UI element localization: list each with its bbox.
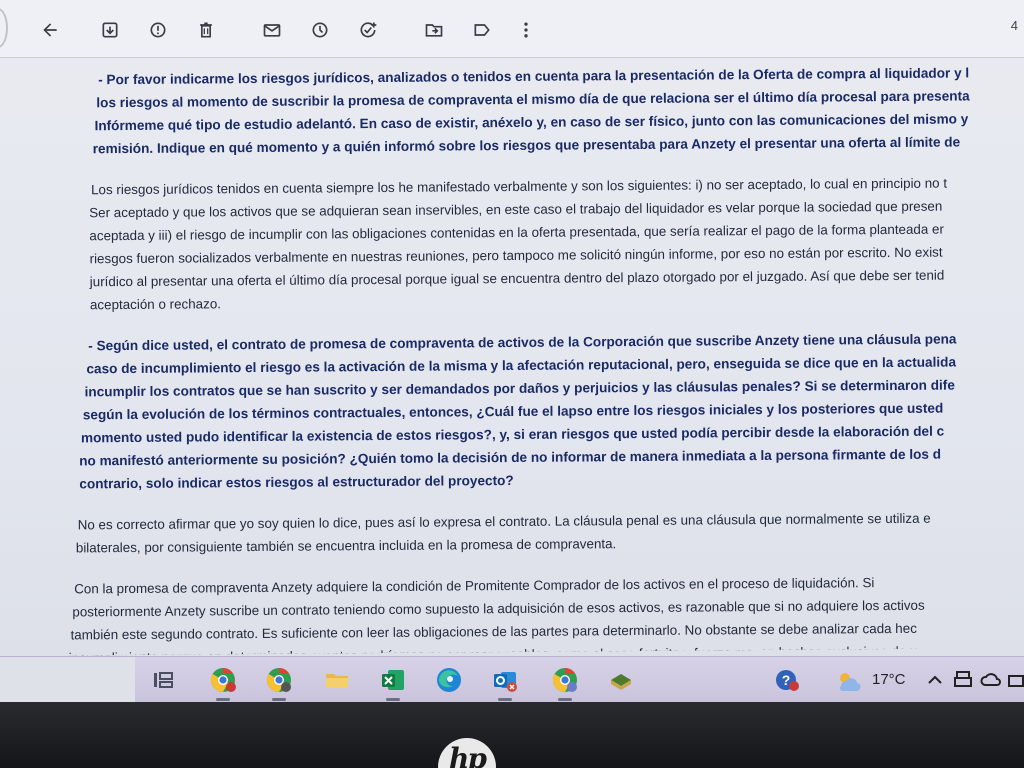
temperature-readout[interactable]: 17°C: [872, 671, 906, 688]
email-body: - Por favor indicarme los riesgos jurídi…: [0, 50, 1024, 656]
laptop-bezel: [0, 702, 1024, 768]
add-task-icon[interactable]: [356, 18, 380, 42]
active-indicator: [216, 698, 230, 701]
window-edge: [0, 8, 8, 48]
answer-line: aceptada y iii) el riesgo de incumplir c…: [89, 221, 944, 244]
question-line: caso de incumplimiento el riesgo es la a…: [86, 354, 957, 377]
print-tray-icon[interactable]: [948, 665, 978, 695]
outlook-icon[interactable]: [490, 665, 520, 701]
windows-taskbar: ? 17°C: [0, 656, 1024, 703]
question-line: no manifestó anteriormente su posición? …: [79, 446, 942, 469]
taskbar-left-area: [0, 657, 135, 703]
active-indicator: [386, 698, 400, 701]
chrome-profile-icon[interactable]: [208, 665, 238, 701]
network-tray-icon[interactable]: [1002, 665, 1024, 695]
active-indicator: [272, 698, 286, 701]
weather-icon[interactable]: [832, 665, 862, 695]
snooze-icon[interactable]: [308, 18, 332, 42]
move-to-icon[interactable]: [422, 18, 446, 42]
edge-icon[interactable]: [434, 665, 464, 695]
message-count: 4: [1010, 18, 1018, 33]
label-icon[interactable]: [470, 18, 494, 42]
answer-line: aceptación o rechazo.: [89, 296, 222, 313]
excel-icon[interactable]: [378, 665, 408, 701]
answer-line: Con la promesa de compraventa Anzety adq…: [74, 575, 875, 597]
delete-icon[interactable]: [194, 18, 218, 42]
chevron-up-icon[interactable]: [920, 665, 950, 695]
question-line: contrario, solo indicar estos riesgos al…: [79, 472, 514, 492]
answer-line: incumplimiento porque en determinados ev…: [68, 643, 918, 656]
archive-icon[interactable]: [98, 18, 122, 42]
more-options-icon[interactable]: [514, 18, 538, 42]
answer-line: No es correcto afirmar que yo soy quien …: [77, 510, 931, 533]
svg-text:?: ?: [782, 672, 791, 688]
question-line: los riesgos al momento de suscribir la p…: [96, 88, 970, 111]
book-app-icon[interactable]: [606, 665, 636, 695]
email-toolbar: 4: [0, 0, 1024, 58]
answer-line: Ser aceptado y que los activos que se ad…: [89, 198, 943, 221]
chrome-icon[interactable]: [264, 665, 294, 701]
question-line: según la evolución de los términos contr…: [82, 400, 944, 423]
question-line: - Por favor indicarme los riesgos jurídi…: [98, 65, 970, 88]
file-explorer-icon[interactable]: [322, 665, 352, 695]
answer-line: también este segundo contrato. Es sufici…: [70, 620, 917, 643]
chrome-alt-icon[interactable]: [550, 665, 580, 701]
question-line: - Según dice usted, el contrato de prome…: [88, 331, 957, 354]
monitor-screen: 4 - Por favor indicarme los riesgos jurí…: [0, 0, 1024, 700]
mark-unread-icon[interactable]: [260, 18, 284, 42]
question-line: remisión. Indique en qué momento y a qui…: [92, 134, 961, 157]
active-indicator: [498, 698, 512, 701]
back-arrow-icon[interactable]: [38, 18, 62, 42]
answer-line: posteriormente Anzety suscribe un contra…: [72, 597, 925, 620]
answer-line: jurídico al presentar una oferta el últi…: [89, 267, 945, 290]
hp-logo-text: hp: [449, 742, 487, 768]
report-spam-icon[interactable]: [146, 18, 170, 42]
active-indicator: [558, 698, 572, 701]
question-line: incumplir los contratos que se han suscr…: [84, 377, 955, 400]
answer-line: riesgos fueron socializados verbalmente …: [89, 244, 943, 267]
question-line: Infórmeme qué tipo de estudio adelantó. …: [94, 111, 969, 134]
answer-line: bilaterales, por consiguiente también se…: [75, 536, 617, 556]
help-tray-icon[interactable]: ?: [772, 665, 802, 695]
task-view-icon[interactable]: [148, 665, 178, 695]
question-line: momento usted pudo identificar la existe…: [80, 423, 945, 446]
answer-line: Los riesgos jurídicos tenidos en cuenta …: [90, 175, 948, 198]
